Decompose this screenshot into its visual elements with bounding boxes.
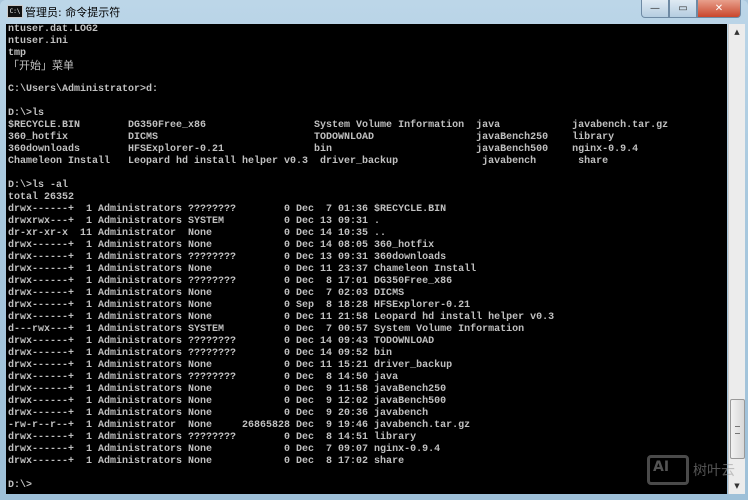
- console-line: drwx------+ 1 Administrators None 0 Dec …: [8, 444, 441, 455]
- console-line: drwxrwx---+ 1 Administrators SYSTEM 0 De…: [8, 216, 381, 227]
- window-title: 管理员: 命令提示符: [25, 6, 121, 19]
- scrollbar-thumb[interactable]: [730, 399, 745, 460]
- console-line: 360downloads HFSExplorer-0.21 bin javaBe…: [8, 144, 639, 155]
- console-line: drwx------+ 1 Administrators None 0 Sep …: [8, 300, 471, 311]
- console-line: drwx------+ 1 Administrators None 0 Dec …: [8, 456, 405, 467]
- console-line: D:\>: [8, 480, 33, 491]
- console-line: drwx------+ 1 Administrators None 0 Dec …: [8, 312, 555, 323]
- console-line: total 26352: [8, 192, 75, 203]
- watermark-logo-icon: AI: [647, 455, 689, 485]
- window-controls: — ▭ ✕: [641, 0, 741, 18]
- console-line: drwx------+ 1 Administrators ???????? 0 …: [8, 336, 435, 347]
- console-line: D:\>ls: [8, 108, 45, 119]
- console-line: drwx------+ 1 Administrators None 0 Dec …: [8, 240, 435, 251]
- console-line: 「开始」菜单: [8, 59, 74, 72]
- console-line: ntuser.dat.LOG2: [8, 24, 99, 35]
- command-prompt-window: C:\ 管理员: 命令提示符 — ▭ ✕ ntuser.dat.LOG2 ntus…: [0, 0, 748, 500]
- console-line: $RECYCLE.BIN DG350Free_x86 System Volume…: [8, 120, 669, 131]
- console-line: -rw-r--r--+ 1 Administrator None 2686582…: [8, 420, 471, 431]
- console-line: drwx------+ 1 Administrators None 0 Dec …: [8, 288, 405, 299]
- close-button[interactable]: ✕: [697, 0, 741, 18]
- console-line: drwx------+ 1 Administrators None 0 Dec …: [8, 408, 429, 419]
- console-line: drwx------+ 1 Administrators ???????? 0 …: [8, 372, 399, 383]
- console-line: 360_hotfix DICMS TODOWNLOAD javaBench250…: [8, 132, 615, 143]
- console-line: drwx------+ 1 Administrators ???????? 0 …: [8, 348, 393, 359]
- grip-icon: [735, 426, 740, 435]
- title-bar[interactable]: C:\ 管理员: 命令提示符 — ▭ ✕: [0, 0, 748, 22]
- watermark-text: 树叶云: [693, 463, 735, 479]
- console-line: C:\Users\Administrator>d:: [8, 84, 159, 95]
- vertical-scrollbar[interactable]: ▲ ▼: [728, 24, 745, 494]
- console-line: D:\>ls -al: [8, 180, 69, 191]
- console-line: drwx------+ 1 Administrators ???????? 0 …: [8, 252, 447, 263]
- console-output[interactable]: ntuser.dat.LOG2 ntuser.ini tmp 「开始」菜单 C:\Use…: [6, 24, 727, 494]
- console-line: drwx------+ 1 Administrators ???????? 0 …: [8, 204, 447, 215]
- console-line: drwx------+ 1 Administrators None 0 Dec …: [8, 360, 453, 371]
- console-line: dr-xr-xr-x 11 Administrator None 0 Dec 1…: [8, 228, 387, 239]
- console-line: drwx------+ 1 Administrators ???????? 0 …: [8, 432, 417, 443]
- console-line: ntuser.ini: [8, 36, 69, 47]
- console-line: drwx------+ 1 Administrators None 0 Dec …: [8, 396, 447, 407]
- cmd-icon[interactable]: C:\: [7, 5, 23, 18]
- console-line: drwx------+ 1 Administrators None 0 Dec …: [8, 264, 477, 275]
- watermark: AI 树叶云: [647, 455, 735, 485]
- console-line: drwx------+ 1 Administrators ???????? 0 …: [8, 276, 453, 287]
- console-line: Chameleon Install Leopard hd install hel…: [8, 156, 609, 167]
- minimize-button[interactable]: —: [641, 0, 669, 18]
- console-line: d---rwx---+ 1 Administrators SYSTEM 0 De…: [8, 324, 525, 335]
- console-line: drwx------+ 1 Administrators None 0 Dec …: [8, 384, 447, 395]
- maximize-button[interactable]: ▭: [669, 0, 697, 18]
- scroll-up-arrow-icon[interactable]: ▲: [729, 24, 745, 40]
